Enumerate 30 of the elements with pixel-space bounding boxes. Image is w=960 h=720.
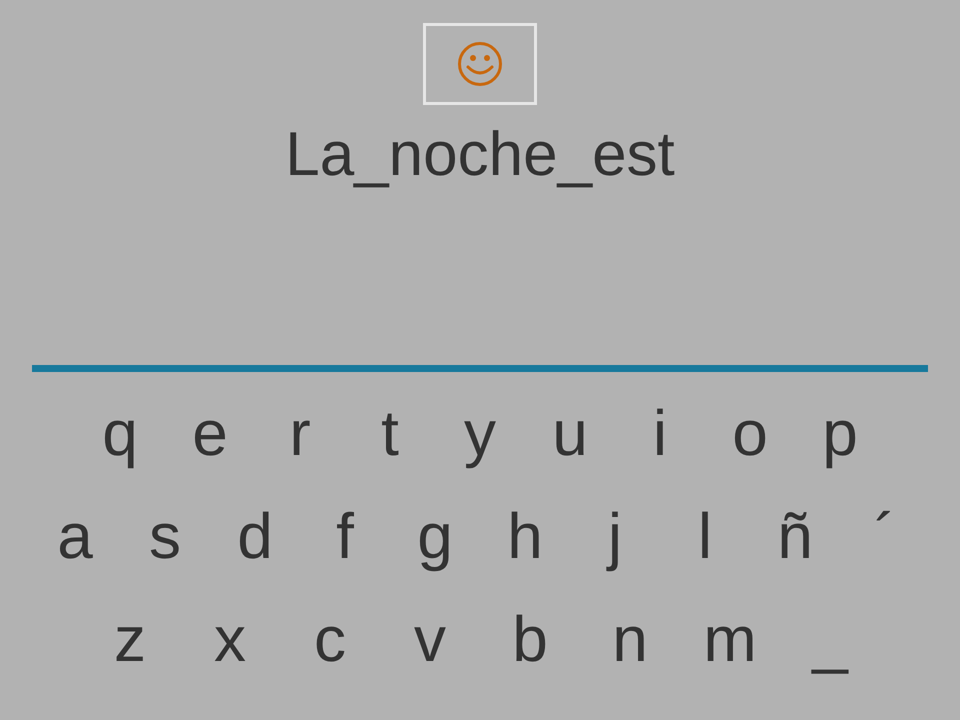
- key[interactable]: _: [780, 594, 880, 684]
- key[interactable]: o: [705, 388, 795, 478]
- key[interactable]: h: [480, 490, 570, 580]
- key[interactable]: ´: [840, 490, 930, 580]
- key[interactable]: m: [680, 594, 780, 684]
- key[interactable]: s: [120, 490, 210, 580]
- key[interactable]: a: [30, 490, 120, 580]
- key[interactable]: j: [570, 490, 660, 580]
- key[interactable]: n: [580, 594, 680, 684]
- key[interactable]: p: [795, 388, 885, 478]
- key[interactable]: i: [615, 388, 705, 478]
- key[interactable]: g: [390, 490, 480, 580]
- key[interactable]: b: [480, 594, 580, 684]
- key[interactable]: y: [435, 388, 525, 478]
- key[interactable]: d: [210, 490, 300, 580]
- phrase-text: La_noche_est: [285, 119, 675, 191]
- key[interactable]: ñ: [750, 490, 840, 580]
- key[interactable]: r: [255, 388, 345, 478]
- key[interactable]: v: [380, 594, 480, 684]
- key[interactable]: t: [345, 388, 435, 478]
- key[interactable]: x: [180, 594, 280, 684]
- key[interactable]: u: [525, 388, 615, 478]
- key[interactable]: f: [300, 490, 390, 580]
- key[interactable]: l: [660, 490, 750, 580]
- hint-button[interactable]: [423, 23, 537, 105]
- key[interactable]: z: [80, 594, 180, 684]
- key[interactable]: c: [280, 594, 380, 684]
- key[interactable]: q: [75, 388, 165, 478]
- key[interactable]: e: [165, 388, 255, 478]
- smiley-icon: [457, 41, 503, 87]
